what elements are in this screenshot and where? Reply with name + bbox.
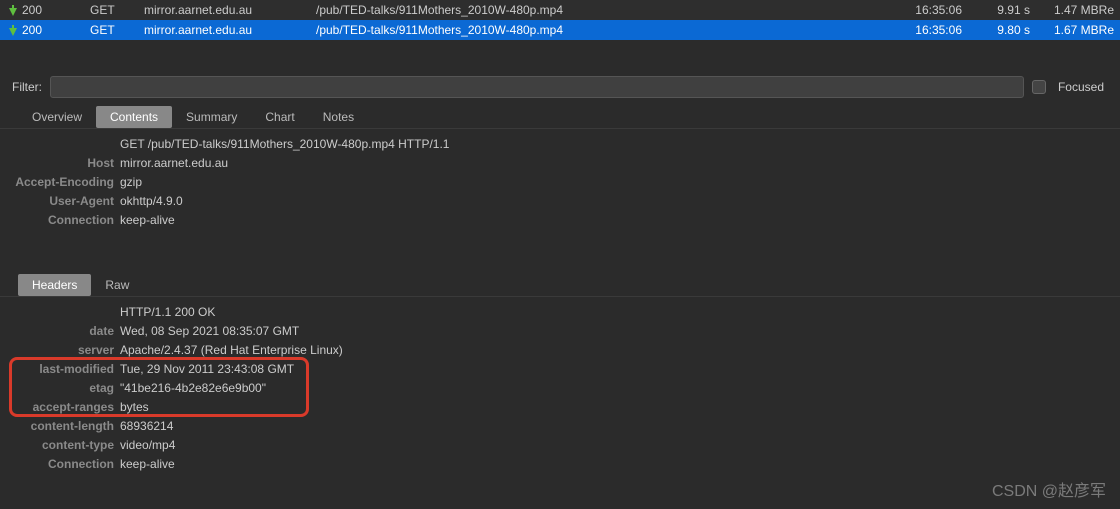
request-line: GET /pub/TED-talks/911Mothers_2010W-480p… [0, 135, 1120, 154]
download-arrow-icon [4, 25, 22, 35]
request-details: GET /pub/TED-talks/911Mothers_2010W-480p… [0, 129, 1120, 230]
path: /pub/TED-talks/911Mothers_2010W-480p.mp4 [316, 3, 882, 17]
header-key: Accept-Encoding [0, 173, 118, 192]
header-key: Connection [0, 211, 118, 230]
subtab-raw[interactable]: Raw [91, 274, 143, 296]
tab-chart[interactable]: Chart [251, 106, 308, 128]
start-time: 16:35:06 [882, 23, 962, 37]
filter-label: Filter: [12, 80, 42, 94]
size: 1.47 MBRe [1030, 3, 1116, 17]
header-value: "41be216-4b2e82e6e9b00" [118, 379, 266, 398]
download-arrow-icon [4, 5, 22, 15]
header-key: last-modified [0, 360, 118, 379]
header-key: accept-ranges [0, 398, 118, 417]
header-value: Apache/2.4.37 (Red Hat Enterprise Linux) [118, 341, 343, 360]
request-row[interactable]: 200 GET mirror.aarnet.edu.au /pub/TED-ta… [0, 20, 1120, 40]
header-key: User-Agent [0, 192, 118, 211]
subtab-headers[interactable]: Headers [18, 274, 91, 296]
header-key: date [0, 322, 118, 341]
header-value: keep-alive [118, 211, 175, 230]
path: /pub/TED-talks/911Mothers_2010W-480p.mp4 [316, 23, 882, 37]
duration: 9.91 s [962, 3, 1030, 17]
header-value: gzip [118, 173, 142, 192]
header-key: content-type [0, 436, 118, 455]
focused-label: Focused [1058, 80, 1104, 94]
header-value: video/mp4 [118, 436, 175, 455]
duration: 9.80 s [962, 23, 1030, 37]
filter-bar: Filter: Focused [0, 68, 1120, 106]
watermark: CSDN @赵彦军 [992, 477, 1106, 501]
header-key: Connection [0, 455, 118, 474]
tab-overview[interactable]: Overview [18, 106, 96, 128]
status-line: HTTP/1.1 200 OK [0, 303, 1120, 322]
focused-checkbox[interactable] [1032, 80, 1046, 94]
filter-input[interactable] [50, 76, 1024, 98]
response-subtabs: Headers Raw [0, 274, 1120, 297]
host: mirror.aarnet.edu.au [144, 23, 316, 37]
header-key: Host [0, 154, 118, 173]
size: 1.67 MBRe [1030, 23, 1116, 37]
header-value: Wed, 08 Sep 2021 08:35:07 GMT [118, 322, 299, 341]
request-row[interactable]: 200 GET mirror.aarnet.edu.au /pub/TED-ta… [0, 0, 1120, 20]
header-value: bytes [118, 398, 149, 417]
http-method: GET [90, 23, 144, 37]
tab-summary[interactable]: Summary [172, 106, 251, 128]
header-key: server [0, 341, 118, 360]
header-value: 68936214 [118, 417, 173, 436]
response-details: HTTP/1.1 200 OK dateWed, 08 Sep 2021 08:… [0, 297, 1120, 474]
tab-notes[interactable]: Notes [309, 106, 368, 128]
header-value: okhttp/4.9.0 [118, 192, 183, 211]
header-value: Tue, 29 Nov 2011 23:43:08 GMT [118, 360, 294, 379]
tab-contents[interactable]: Contents [96, 106, 172, 128]
status-code: 200 [22, 23, 90, 37]
header-value: mirror.aarnet.edu.au [118, 154, 228, 173]
header-value: keep-alive [118, 455, 175, 474]
header-key: content-length [0, 417, 118, 436]
start-time: 16:35:06 [882, 3, 962, 17]
detail-tabs: Overview Contents Summary Chart Notes [0, 106, 1120, 129]
host: mirror.aarnet.edu.au [144, 3, 316, 17]
requests-table: 200 GET mirror.aarnet.edu.au /pub/TED-ta… [0, 0, 1120, 40]
header-key: etag [0, 379, 118, 398]
http-method: GET [90, 3, 144, 17]
status-code: 200 [22, 3, 90, 17]
